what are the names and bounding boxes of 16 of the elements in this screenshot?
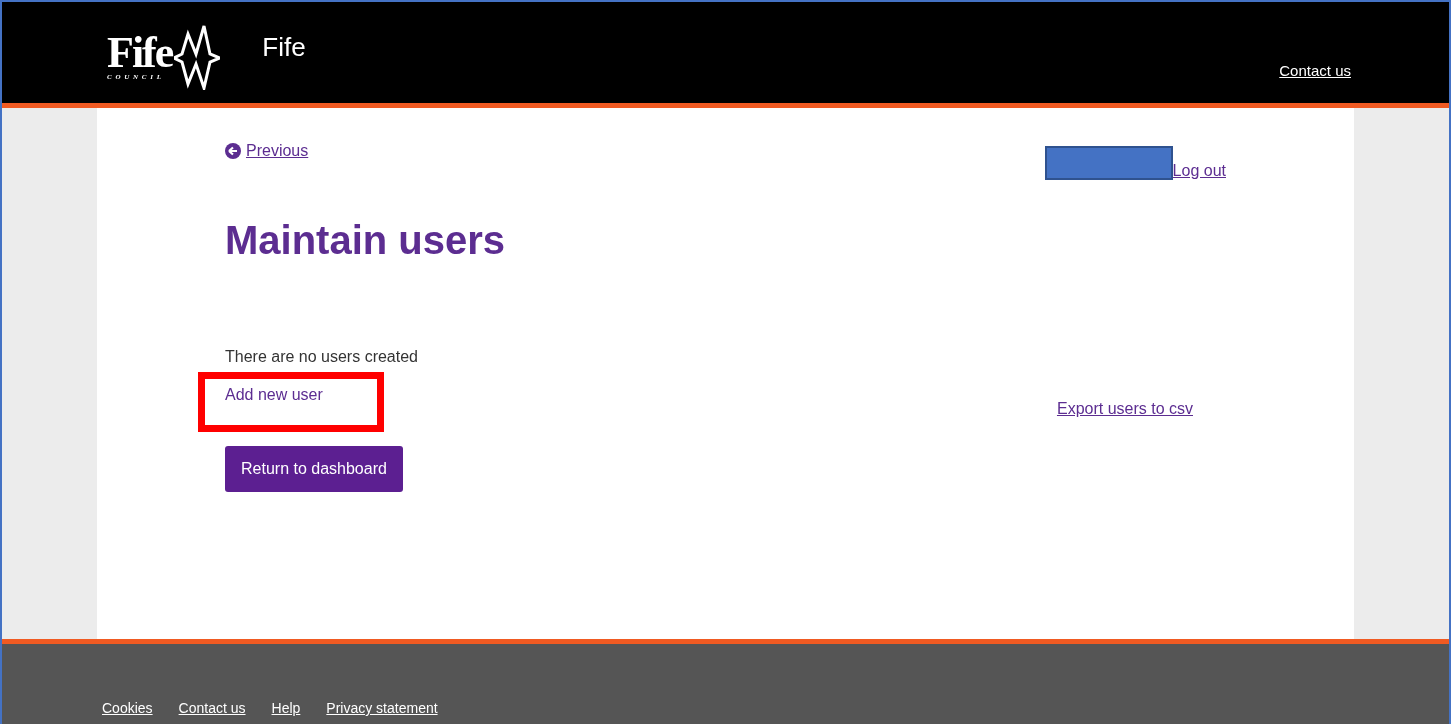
- back-arrow-icon: [225, 143, 241, 159]
- footer-link[interactable]: Help: [271, 700, 301, 716]
- empty-message: There are no users created: [225, 348, 418, 366]
- logout-link[interactable]: Log out: [1172, 162, 1226, 180]
- footer-link[interactable]: Cookies: [102, 700, 153, 716]
- export-link[interactable]: Export users to csv: [1056, 400, 1193, 492]
- contact-link[interactable]: Contact us: [1279, 62, 1351, 79]
- add-user-link[interactable]: Add new user: [225, 386, 323, 404]
- page-title: Maintain users: [225, 218, 507, 263]
- return-button[interactable]: Return to dashboard: [225, 446, 403, 492]
- previous-link[interactable]: Previous: [225, 142, 309, 160]
- footer-link[interactable]: Privacy statement: [326, 700, 438, 716]
- star-burst-icon: [174, 23, 221, 90]
- site-name: Fife: [262, 32, 306, 63]
- footer-link[interactable]: Contact us: [178, 700, 246, 716]
- logo-word: Fife: [107, 32, 173, 73]
